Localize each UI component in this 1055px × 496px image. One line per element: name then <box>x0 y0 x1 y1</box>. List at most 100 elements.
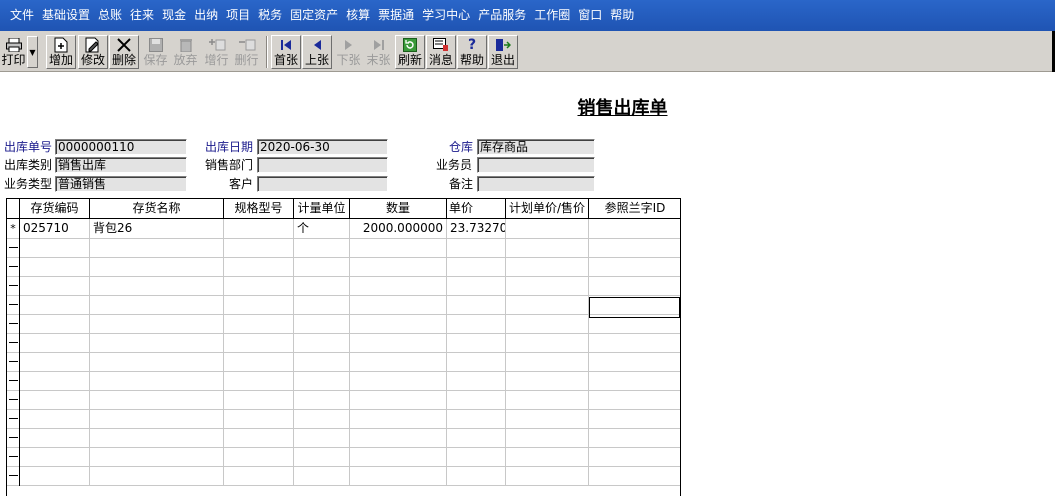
row-header[interactable] <box>7 314 20 334</box>
menu-item[interactable]: 固定资产 <box>286 0 342 31</box>
cell-ref-id[interactable] <box>589 352 680 372</box>
col-header-spec[interactable]: 规格型号 <box>224 199 294 219</box>
message-button[interactable]: 消息 <box>426 35 456 69</box>
remark-field[interactable] <box>477 176 595 192</box>
cell-plan-price[interactable] <box>506 409 589 429</box>
delete-row-button[interactable]: 删行 <box>232 35 261 69</box>
menu-item[interactable]: 文件 <box>6 0 38 31</box>
cell-ref-id[interactable] <box>589 428 680 448</box>
menu-item[interactable]: 基础设置 <box>38 0 94 31</box>
dept-field[interactable] <box>257 157 388 173</box>
cell-plan-price[interactable] <box>506 295 589 315</box>
col-header-name[interactable]: 存货名称 <box>90 199 224 219</box>
cell-qty[interactable] <box>350 390 447 410</box>
col-header-ref-id[interactable]: 参照兰字ID <box>589 199 680 219</box>
table-row[interactable] <box>7 257 680 277</box>
menu-item[interactable]: 税务 <box>254 0 286 31</box>
row-header[interactable] <box>7 428 20 448</box>
row-header[interactable] <box>7 390 20 410</box>
cell-unit[interactable] <box>294 314 350 334</box>
menu-item[interactable]: 学习中心 <box>418 0 474 31</box>
cell-spec[interactable] <box>224 314 294 334</box>
cell-plan-price[interactable] <box>506 257 589 277</box>
cell-unit[interactable] <box>294 238 350 258</box>
last-button[interactable]: 末张 <box>364 35 393 69</box>
discard-button[interactable]: 放弃 <box>171 35 200 69</box>
help-button[interactable]: ? 帮助 <box>457 35 487 69</box>
cell-qty[interactable] <box>350 371 447 391</box>
cell-plan-price[interactable] <box>506 219 589 239</box>
menu-item[interactable]: 往来 <box>126 0 158 31</box>
cell-name[interactable] <box>90 238 224 258</box>
edit-button[interactable]: 修改 <box>78 35 108 69</box>
cell-code[interactable] <box>20 276 90 296</box>
menu-item[interactable]: 工作圈 <box>530 0 574 31</box>
cell-plan-price[interactable] <box>506 371 589 391</box>
cell-unit[interactable] <box>294 257 350 277</box>
cell-price[interactable] <box>447 257 506 277</box>
cell-code[interactable] <box>20 314 90 334</box>
cell-spec[interactable] <box>224 276 294 296</box>
table-row[interactable] <box>7 295 680 315</box>
cell-qty[interactable] <box>350 447 447 467</box>
table-row[interactable] <box>7 447 680 467</box>
menu-item[interactable]: 产品服务 <box>474 0 530 31</box>
cell-price[interactable] <box>447 447 506 467</box>
cell-plan-price[interactable] <box>506 466 589 486</box>
row-header[interactable] <box>7 352 20 372</box>
cell-unit[interactable] <box>294 295 350 315</box>
cell-ref-id[interactable] <box>589 333 680 353</box>
cell-name[interactable] <box>90 314 224 334</box>
cell-code[interactable] <box>20 447 90 467</box>
cell-unit[interactable] <box>294 276 350 296</box>
add-button[interactable]: 增加 <box>46 35 76 69</box>
cell-price[interactable] <box>447 371 506 391</box>
biz-type-field[interactable]: 普通销售 <box>55 176 187 192</box>
menu-item[interactable]: 帮助 <box>606 0 638 31</box>
cell-plan-price[interactable] <box>506 428 589 448</box>
row-header[interactable] <box>7 238 20 258</box>
cell-code[interactable]: 025710 <box>20 219 90 239</box>
cell-ref-id[interactable] <box>589 371 680 391</box>
delete-button[interactable]: 删除 <box>109 35 139 69</box>
cell-price[interactable] <box>447 238 506 258</box>
cell-unit[interactable] <box>294 447 350 467</box>
cell-ref-id[interactable] <box>589 466 680 486</box>
cell-code[interactable] <box>20 371 90 391</box>
table-row[interactable] <box>7 428 680 448</box>
cell-name[interactable]: 背包26 <box>90 219 224 239</box>
row-header[interactable] <box>7 276 20 296</box>
menu-item[interactable]: 核算 <box>342 0 374 31</box>
menu-item[interactable]: 出纳 <box>190 0 222 31</box>
cell-qty[interactable] <box>350 238 447 258</box>
cell-name[interactable] <box>90 333 224 353</box>
cell-name[interactable] <box>90 428 224 448</box>
exit-button[interactable]: 退出 <box>488 35 518 69</box>
cell-unit[interactable] <box>294 409 350 429</box>
cell-price[interactable] <box>447 428 506 448</box>
cell-qty[interactable] <box>350 352 447 372</box>
table-row[interactable] <box>7 314 680 334</box>
warehouse-field[interactable]: 库存商品 <box>477 139 595 155</box>
cell-name[interactable] <box>90 352 224 372</box>
row-header[interactable] <box>7 447 20 467</box>
table-row[interactable] <box>7 333 680 353</box>
cell-ref-id[interactable] <box>589 238 680 258</box>
cell-spec[interactable] <box>224 219 294 239</box>
row-header[interactable] <box>7 333 20 353</box>
save-button[interactable]: 保存 <box>141 35 170 69</box>
cell-code[interactable] <box>20 333 90 353</box>
cell-plan-price[interactable] <box>506 390 589 410</box>
cell-qty[interactable] <box>350 314 447 334</box>
add-row-button[interactable]: 增行 <box>202 35 231 69</box>
cell-code[interactable] <box>20 238 90 258</box>
cell-price[interactable] <box>447 409 506 429</box>
cell-price[interactable]: 23.732700 <box>447 219 506 239</box>
customer-field[interactable] <box>257 176 388 192</box>
cell-price[interactable] <box>447 276 506 296</box>
print-button[interactable]: 打印 <box>0 35 27 69</box>
cell-plan-price[interactable] <box>506 447 589 467</box>
cell-unit[interactable] <box>294 333 350 353</box>
row-header[interactable] <box>7 371 20 391</box>
cell-unit[interactable] <box>294 466 350 486</box>
